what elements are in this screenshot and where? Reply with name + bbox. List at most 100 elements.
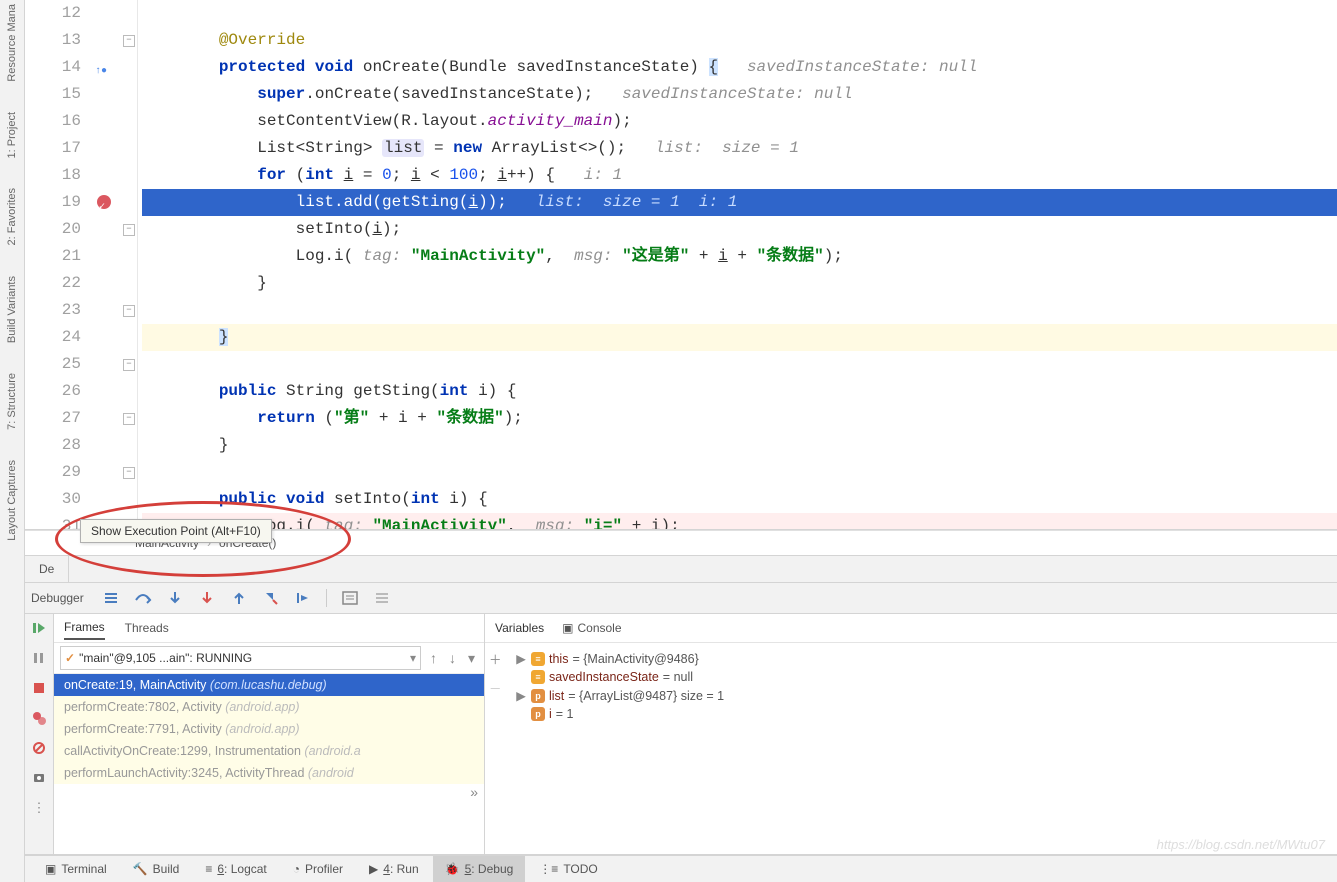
add-watch-icon[interactable]: ＋: [489, 649, 502, 668]
breadcrumb: Show Execution Point (Alt+F10) MainActiv…: [25, 530, 1337, 556]
code-line[interactable]: }: [142, 324, 1337, 351]
run-to-cursor-icon[interactable]: [294, 589, 312, 607]
bottom-tab-5-debug[interactable]: 🐞5: Debug: [433, 856, 526, 882]
code-line[interactable]: for (int i = 0; i < 100; i++) { i: 1: [142, 162, 1337, 189]
frames-tabs: Frames Threads: [54, 614, 484, 643]
variable-row[interactable]: ▶plist = {ArrayList@9487} size = 1: [511, 686, 1333, 705]
code-line[interactable]: List<String> list = new ArrayList<>(); l…: [142, 135, 1337, 162]
code-line[interactable]: protected void onCreate(Bundle savedInst…: [142, 54, 1337, 81]
mute-breakpoints-icon[interactable]: [31, 740, 47, 756]
tool-window-build-variants[interactable]: Build Variants: [6, 276, 18, 343]
code-line[interactable]: setInto(i);: [142, 216, 1337, 243]
code-line[interactable]: Log.i( tag: "MainActivity", msg: "i=" + …: [142, 513, 1337, 530]
trace-current-stream-chain-icon[interactable]: [373, 589, 391, 607]
code-line[interactable]: return ("第" + i + "条数据");: [142, 405, 1337, 432]
thread-selector[interactable]: ✓ "main"@9,105 ...ain": RUNNING ▾: [60, 646, 421, 670]
stack-frame[interactable]: performCreate:7802, Activity (android.ap…: [54, 696, 484, 718]
code-line[interactable]: [142, 0, 1337, 27]
remove-watch-icon[interactable]: －: [489, 678, 502, 697]
tool-window-7-structure[interactable]: 7: Structure: [6, 373, 18, 430]
more-frames-icon[interactable]: »: [54, 784, 484, 800]
tab-frames[interactable]: Frames: [64, 616, 105, 640]
breakpoint-gutter[interactable]: ↑●: [91, 0, 121, 529]
code-line[interactable]: [142, 351, 1337, 378]
tooltip-show-execution-point: Show Execution Point (Alt+F10): [80, 519, 272, 543]
show-execution-point-icon[interactable]: [102, 589, 120, 607]
step-out-icon[interactable]: [230, 589, 248, 607]
filter-icon[interactable]: ▾: [465, 650, 478, 667]
stack-frame[interactable]: callActivityOnCreate:1299, Instrumentati…: [54, 740, 484, 762]
bottom-tab-todo[interactable]: ⋮≡TODO: [527, 856, 609, 882]
step-over-icon[interactable]: [134, 589, 152, 607]
tool-window-resource-mana[interactable]: Resource Mana: [6, 4, 18, 82]
code-editor[interactable]: 1213141516171819202122232425262728293031…: [25, 0, 1337, 530]
tool-window-layout-captures[interactable]: Layout Captures: [6, 460, 18, 541]
code-line[interactable]: public String getSting(int i) {: [142, 378, 1337, 405]
tool-window-1-project[interactable]: 1: Project: [6, 112, 18, 158]
bottom-tab-6-logcat[interactable]: ≡6: Logcat: [193, 856, 278, 882]
stack-frame[interactable]: onCreate:19, MainActivity (com.lucashu.d…: [54, 674, 484, 696]
variables-tree[interactable]: ＋ － ▶≡this = {MainActivity@9486}≡savedIn…: [485, 643, 1337, 854]
fold-toggle-icon[interactable]: −: [123, 413, 135, 425]
evaluate-expression-icon[interactable]: [341, 589, 359, 607]
thread-selector-label: "main"@9,105 ...ain": RUNNING: [79, 651, 252, 665]
tab-icon: ▣: [45, 862, 56, 876]
get-thread-dump-icon[interactable]: [31, 770, 47, 786]
code-line[interactable]: }: [142, 270, 1337, 297]
code-line[interactable]: list.add(getSting(i)); list: size = 1 i:…: [142, 189, 1337, 216]
debugger-toolbar: Debugger: [25, 583, 1337, 614]
tool-window-2-favorites[interactable]: 2: Favorites: [6, 188, 18, 245]
code-line[interactable]: public void setInto(int i) {: [142, 486, 1337, 513]
stack-frame[interactable]: performCreate:7791, Activity (android.ap…: [54, 718, 484, 740]
debug-side-controls: ⋮: [25, 614, 54, 854]
expand-icon[interactable]: ▶: [515, 651, 527, 666]
fold-toggle-icon[interactable]: −: [123, 359, 135, 371]
frames-list[interactable]: onCreate:19, MainActivity (com.lucashu.d…: [54, 674, 484, 854]
var-type-icon: ≡: [531, 652, 545, 666]
code-line[interactable]: [142, 459, 1337, 486]
bottom-tab-build[interactable]: 🔨Build: [121, 856, 192, 882]
prev-frame-icon[interactable]: ↑: [427, 650, 440, 666]
tab-truncated[interactable]: De: [25, 556, 69, 582]
code-line[interactable]: }: [142, 432, 1337, 459]
stack-frame[interactable]: performLaunchActivity:3245, ActivityThre…: [54, 762, 484, 784]
code-line[interactable]: super.onCreate(savedInstanceState); save…: [142, 81, 1337, 108]
drop-frame-icon[interactable]: [262, 589, 280, 607]
var-type-icon: p: [531, 707, 545, 721]
bottom-tab-terminal[interactable]: ▣Terminal: [33, 856, 119, 882]
bottom-tab-profiler[interactable]: ◔Profiler: [281, 856, 355, 882]
variable-row[interactable]: ≡savedInstanceState = null: [511, 668, 1333, 686]
tab-variables[interactable]: Variables: [495, 621, 544, 635]
breakpoint-icon[interactable]: [97, 195, 111, 209]
settings-icon[interactable]: ⋮: [31, 800, 47, 816]
fold-toggle-icon[interactable]: −: [123, 305, 135, 317]
code-area[interactable]: @Override protected void onCreate(Bundle…: [138, 0, 1337, 529]
watermark: https://blog.csdn.net/MWtu07: [1157, 837, 1325, 852]
variable-row[interactable]: ▶≡this = {MainActivity@9486}: [511, 649, 1333, 668]
code-line[interactable]: Log.i( tag: "MainActivity", msg: "这是第" +…: [142, 243, 1337, 270]
tab-console[interactable]: ▣Console: [562, 621, 621, 635]
variable-row[interactable]: pi = 1: [511, 705, 1333, 723]
expand-icon[interactable]: ▶: [515, 688, 527, 703]
next-frame-icon[interactable]: ↓: [446, 650, 459, 666]
pause-icon[interactable]: [31, 650, 47, 666]
bottom-tab-4-run[interactable]: ▶4: Run: [357, 856, 431, 882]
fold-gutter[interactable]: − − − − − −: [121, 0, 138, 529]
fold-toggle-icon[interactable]: −: [123, 224, 135, 236]
fold-toggle-icon[interactable]: −: [123, 467, 135, 479]
execution-arrow-icon: ↑●: [95, 58, 107, 85]
code-line[interactable]: @Override: [142, 27, 1337, 54]
view-breakpoints-icon[interactable]: [31, 710, 47, 726]
tab-icon: 🔨: [133, 862, 148, 876]
fold-toggle-icon[interactable]: −: [123, 35, 135, 47]
force-step-into-icon[interactable]: [198, 589, 216, 607]
tab-icon: ▶: [369, 862, 378, 876]
code-line[interactable]: setContentView(R.layout.activity_main);: [142, 108, 1337, 135]
stop-icon[interactable]: [31, 680, 47, 696]
resume-icon[interactable]: [31, 620, 47, 636]
debugger-label: Debugger: [31, 591, 84, 605]
step-into-icon[interactable]: [166, 589, 184, 607]
tab-threads[interactable]: Threads: [125, 617, 169, 639]
code-line[interactable]: [142, 297, 1337, 324]
debug-panel: ⋮ Frames Threads ✓ "main"@9,105 ...ain":…: [25, 614, 1337, 855]
